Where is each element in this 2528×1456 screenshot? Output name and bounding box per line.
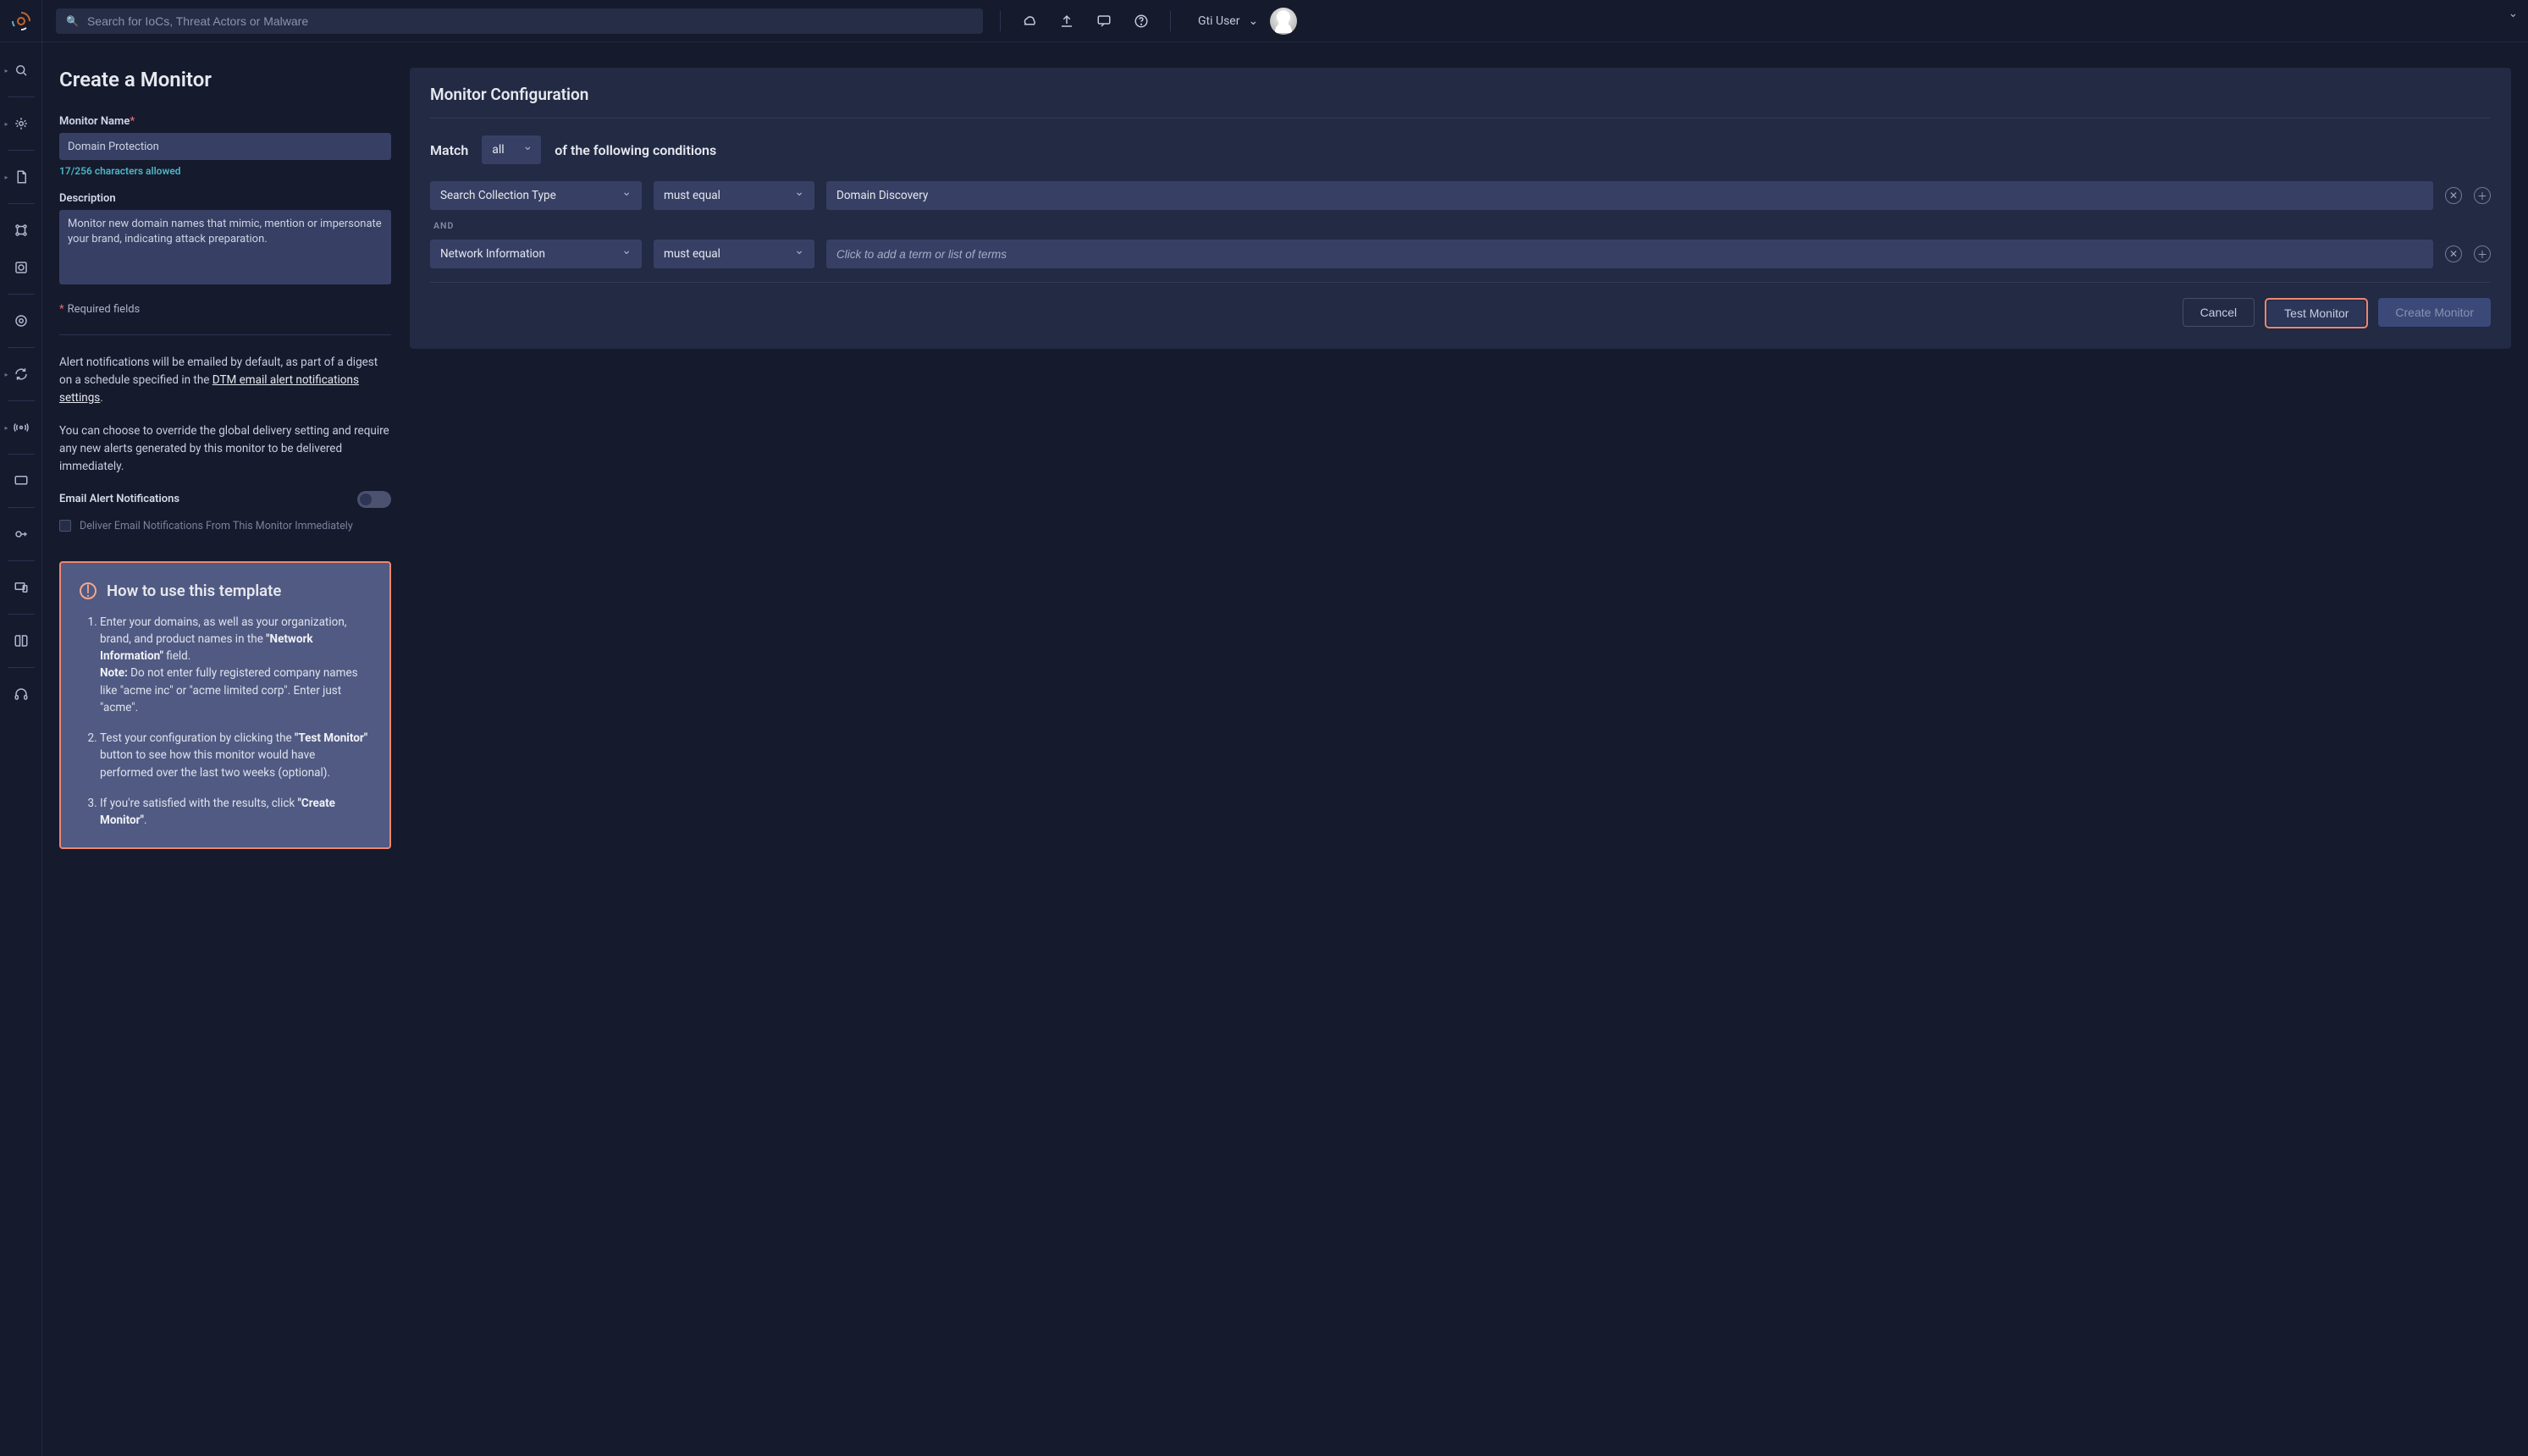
- add-condition-icon[interactable]: ＋: [2474, 245, 2491, 262]
- sidebar-item-radar[interactable]: ▸: [3, 411, 40, 444]
- divider: [1170, 11, 1171, 31]
- remove-condition-icon[interactable]: ✕: [2445, 245, 2462, 262]
- match-mode-select[interactable]: all: [482, 135, 541, 164]
- required-fields-note: *Required fields: [59, 303, 391, 316]
- sidebar-item-docs[interactable]: ▸: [3, 161, 40, 193]
- search-icon: 🔍: [66, 15, 79, 27]
- sidebar-item-config[interactable]: ▸: [3, 108, 40, 140]
- sidebar-item-target[interactable]: [3, 251, 40, 284]
- sidebar-item-graph[interactable]: [3, 214, 40, 246]
- sidebar-item-support[interactable]: [3, 678, 40, 710]
- help-icon[interactable]: [1129, 9, 1153, 33]
- sidebar-item-scan[interactable]: ▸: [3, 54, 40, 86]
- user-name: Gti User: [1198, 14, 1239, 28]
- help-title: How to use this template: [107, 582, 281, 600]
- test-monitor-button[interactable]: Test Monitor: [2267, 301, 2365, 326]
- user-menu[interactable]: Gti User ⌄: [1198, 8, 1297, 35]
- help-step-1: Enter your domains, as well as your orga…: [100, 614, 371, 717]
- alert-default-paragraph: Alert notifications will be emailed by d…: [59, 354, 391, 407]
- cancel-button[interactable]: Cancel: [2183, 298, 2255, 327]
- condition-value-input[interactable]: [836, 248, 2423, 261]
- chevron-down-icon: ⌄: [1248, 14, 1258, 28]
- avatar: [1270, 8, 1297, 35]
- help-step-2: Test your configuration by clicking the …: [100, 730, 371, 781]
- email-alert-toggle[interactable]: [357, 491, 391, 508]
- create-monitor-button[interactable]: Create Monitor: [2378, 298, 2491, 327]
- help-step-3: If you're satisfied with the results, cl…: [100, 795, 371, 830]
- sidebar-item-device[interactable]: [3, 571, 40, 604]
- config-title: Monitor Configuration: [430, 85, 2491, 104]
- sidebar-item-lock[interactable]: [3, 305, 40, 337]
- sidebar: ▸ ▸ ▸ ▸ ▸: [0, 42, 42, 1456]
- deliver-immediately-checkbox[interactable]: [59, 520, 71, 532]
- global-search[interactable]: 🔍: [56, 8, 983, 34]
- condition-row: Network Information must equal ✕ ＋: [430, 240, 2491, 268]
- divider: [59, 334, 391, 335]
- sidebar-item-dashboard[interactable]: [3, 465, 40, 497]
- condition-field-select[interactable]: Search Collection Type: [430, 181, 642, 210]
- sidebar-item-library[interactable]: [3, 625, 40, 657]
- description-label: Description: [59, 192, 391, 205]
- sidebar-item-sync[interactable]: ▸: [3, 358, 40, 390]
- divider: [430, 118, 2491, 119]
- sidebar-item-keys[interactable]: [3, 518, 40, 550]
- monitor-configuration-panel: Monitor Configuration Match all of the f…: [410, 68, 2511, 349]
- global-search-input[interactable]: [87, 14, 973, 28]
- condition-value-input-wrap: [826, 240, 2433, 268]
- condition-op-select[interactable]: must equal: [654, 181, 814, 210]
- app-logo[interactable]: [0, 0, 42, 42]
- and-conjunction: AND: [433, 220, 2491, 231]
- remove-condition-icon[interactable]: ✕: [2445, 187, 2462, 204]
- cloud-icon[interactable]: [1018, 9, 1041, 33]
- comment-icon[interactable]: [1092, 9, 1116, 33]
- page-title: Create a Monitor: [59, 68, 391, 91]
- chevron-down-icon: ⌄: [2509, 7, 2518, 20]
- match-post-label: of the following conditions: [555, 142, 716, 158]
- condition-op-select[interactable]: must equal: [654, 240, 814, 268]
- divider: [1000, 11, 1001, 31]
- upload-icon[interactable]: [1055, 9, 1079, 33]
- email-alert-toggle-label: Email Alert Notifications: [59, 493, 179, 505]
- warning-icon: !: [80, 582, 97, 599]
- monitor-name-input[interactable]: [59, 133, 391, 160]
- test-monitor-highlight: Test Monitor: [2265, 298, 2368, 328]
- deliver-immediately-label: Deliver Email Notifications From This Mo…: [80, 520, 353, 532]
- condition-value-select[interactable]: Domain Discovery ⌄: [826, 181, 2433, 210]
- add-condition-icon[interactable]: ＋: [2474, 187, 2491, 204]
- monitor-name-label: Monitor Name*: [59, 115, 391, 128]
- override-paragraph: You can choose to override the global de…: [59, 422, 391, 476]
- template-help-box: ! How to use this template Enter your do…: [59, 561, 391, 850]
- match-pre-label: Match: [430, 142, 468, 158]
- condition-row: Search Collection Type must equal Domain…: [430, 181, 2491, 210]
- main-content: Create a Monitor Monitor Name* 17/256 ch…: [42, 42, 2528, 1456]
- topbar: 🔍 Gti User ⌄: [0, 0, 2528, 42]
- description-input[interactable]: Monitor new domain names that mimic, men…: [59, 210, 391, 284]
- name-char-count: 17/256 characters allowed: [59, 165, 391, 177]
- condition-field-select[interactable]: Network Information: [430, 240, 642, 268]
